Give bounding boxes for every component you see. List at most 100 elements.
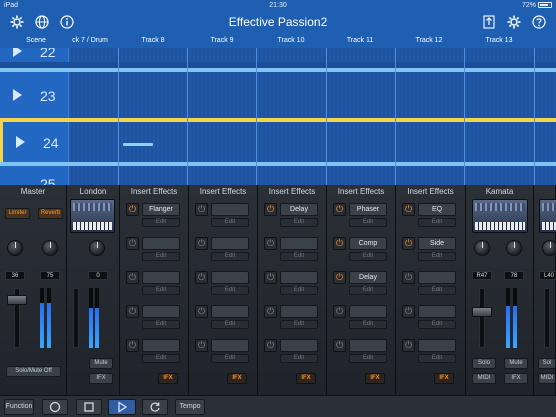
clip-lane[interactable]	[69, 72, 556, 118]
effect-edit-button[interactable]: Edit	[211, 320, 249, 329]
effect-name-button[interactable]	[280, 305, 318, 318]
ifx-button[interactable]: IFX	[365, 373, 385, 384]
solo-mute-off-button[interactable]: Solo/Mute Off	[6, 366, 61, 377]
play-icon[interactable]	[13, 48, 22, 57]
power-icon[interactable]: ⏻	[264, 203, 277, 216]
effect-name-button[interactable]	[418, 271, 456, 284]
effect-edit-button[interactable]: Edit	[211, 252, 249, 261]
midi-button[interactable]: MIDI	[538, 373, 556, 384]
effect-edit-button[interactable]: Edit	[349, 354, 387, 363]
effect-edit-button[interactable]: Edit	[280, 320, 318, 329]
power-icon[interactable]: ⏻	[264, 237, 277, 250]
power-icon[interactable]: ⏻	[126, 237, 139, 250]
effect-name-button[interactable]	[418, 305, 456, 318]
scene-row[interactable]: 23	[0, 72, 556, 118]
effect-edit-button[interactable]: Edit	[142, 252, 180, 261]
effect-edit-button[interactable]: Edit	[280, 218, 318, 227]
effect-name-button[interactable]	[280, 271, 318, 284]
play-icon[interactable]	[16, 136, 25, 148]
track-label-13[interactable]: Track 13	[466, 37, 532, 44]
clip-lane[interactable]	[69, 122, 556, 162]
track-label-11[interactable]: Track 11	[327, 37, 393, 44]
power-icon[interactable]: ⏻	[195, 339, 208, 352]
scene-row[interactable]: 22	[0, 48, 556, 62]
effect-edit-button[interactable]: Edit	[280, 354, 318, 363]
function-button[interactable]: Function	[4, 399, 34, 415]
effect-name-button[interactable]	[211, 271, 249, 284]
settings-gear-icon[interactable]	[507, 15, 521, 29]
effect-edit-button[interactable]: Edit	[142, 320, 180, 329]
effect-name-button[interactable]: EQ	[418, 203, 456, 216]
power-icon[interactable]: ⏻	[126, 339, 139, 352]
track-label-8[interactable]: Track 8	[120, 37, 186, 44]
tempo-button[interactable]: Tempo	[175, 399, 205, 415]
power-icon[interactable]: ⏻	[402, 271, 415, 284]
effect-name-button[interactable]	[280, 339, 318, 352]
effect-name-button[interactable]	[142, 305, 180, 318]
reverb-button[interactable]: Reverb	[38, 208, 63, 219]
effect-edit-button[interactable]: Edit	[418, 354, 456, 363]
power-icon[interactable]: ⏻	[402, 237, 415, 250]
scene-launch[interactable]: 25	[0, 166, 69, 185]
power-icon[interactable]: ⏻	[333, 237, 346, 250]
ifx-button[interactable]: IFX	[227, 373, 247, 384]
power-icon[interactable]: ⏻	[402, 339, 415, 352]
scene-launch[interactable]: 22	[0, 48, 69, 62]
effect-name-button[interactable]	[280, 237, 318, 250]
track-label-10[interactable]: Track 10	[258, 37, 324, 44]
power-icon[interactable]: ⏻	[333, 305, 346, 318]
power-icon[interactable]: ⏻	[402, 305, 415, 318]
channel-knob[interactable]	[89, 240, 105, 256]
channel-knob-2[interactable]	[506, 240, 522, 256]
scene-launch[interactable]: 24	[0, 122, 69, 162]
effect-name-button[interactable]	[349, 339, 387, 352]
power-icon[interactable]: ⏻	[195, 271, 208, 284]
effect-edit-button[interactable]: Edit	[211, 286, 249, 295]
synth-thumbnail[interactable]	[472, 199, 528, 233]
synth-thumbnail[interactable]	[539, 199, 556, 233]
effect-edit-button[interactable]: Edit	[142, 286, 180, 295]
effect-name-button[interactable]: Comp	[349, 237, 387, 250]
effect-edit-button[interactable]: Edit	[418, 218, 456, 227]
track-label-7[interactable]: ck 7 / Drum	[62, 37, 118, 44]
effect-name-button[interactable]	[418, 339, 456, 352]
effect-name-button[interactable]	[349, 305, 387, 318]
mute-button[interactable]: Mute	[504, 358, 528, 369]
ifx-button[interactable]: IFX	[296, 373, 316, 384]
ifx-button[interactable]: IFX	[434, 373, 454, 384]
effect-name-button[interactable]: Phaser	[349, 203, 387, 216]
power-icon[interactable]: ⏻	[195, 203, 208, 216]
channel-fader-cap[interactable]	[472, 307, 492, 317]
solo-button[interactable]: Solo	[472, 358, 496, 369]
mute-button[interactable]: Mute	[89, 358, 113, 369]
play-button[interactable]	[108, 399, 136, 415]
effect-name-button[interactable]	[142, 271, 180, 284]
clip-lane[interactable]	[69, 48, 556, 62]
song-title[interactable]: Effective Passion2	[0, 15, 556, 29]
effect-edit-button[interactable]: Edit	[142, 354, 180, 363]
effect-edit-button[interactable]: Edit	[211, 218, 249, 227]
effect-edit-button[interactable]: Edit	[280, 286, 318, 295]
power-icon[interactable]: ⏻	[126, 305, 139, 318]
solo-button[interactable]: Sol	[538, 358, 556, 369]
effect-name-button[interactable]	[211, 339, 249, 352]
record-button[interactable]	[42, 399, 68, 415]
effect-edit-button[interactable]: Edit	[349, 218, 387, 227]
master-fader-cap[interactable]	[7, 295, 27, 305]
power-icon[interactable]: ⏻	[264, 305, 277, 318]
effect-edit-button[interactable]: Edit	[418, 286, 456, 295]
effect-edit-button[interactable]: Edit	[418, 320, 456, 329]
power-icon[interactable]: ⏻	[333, 271, 346, 284]
effect-name-button[interactable]	[142, 339, 180, 352]
master-knob-1[interactable]	[7, 240, 23, 256]
power-icon[interactable]: ⏻	[333, 339, 346, 352]
effect-name-button[interactable]: Flanger	[142, 203, 180, 216]
power-icon[interactable]: ⏻	[264, 339, 277, 352]
effect-edit-button[interactable]: Edit	[349, 252, 387, 261]
track-label-12[interactable]: Track 12	[396, 37, 462, 44]
channel-fader-track[interactable]	[479, 288, 485, 348]
ifx-button[interactable]: IFX	[504, 373, 528, 384]
stop-button[interactable]	[76, 399, 102, 415]
effect-edit-button[interactable]: Edit	[349, 320, 387, 329]
power-icon[interactable]: ⏻	[333, 203, 346, 216]
